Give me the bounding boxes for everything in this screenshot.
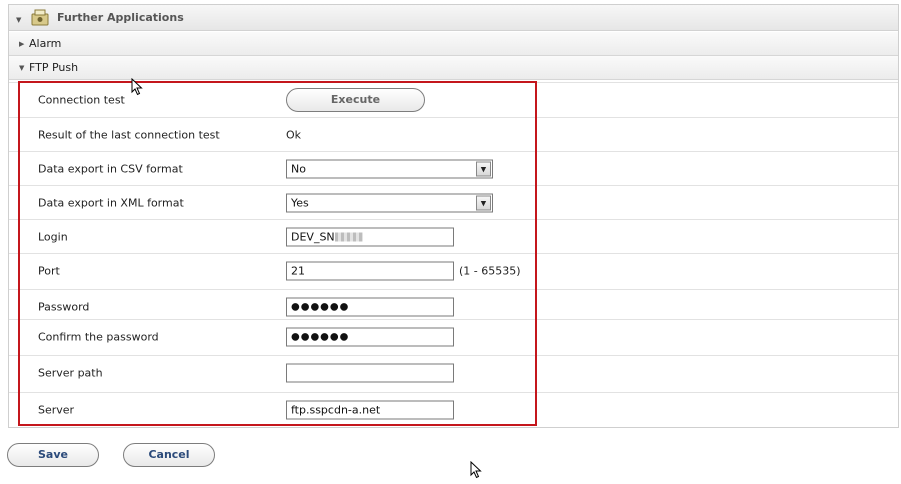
- port-value: 21: [291, 264, 305, 277]
- last-result-row: Result of the last connection test Ok: [9, 117, 898, 151]
- confirm-password-value: ●●●●●●: [291, 331, 350, 342]
- collapse-triangle-icon[interactable]: ▼: [19, 64, 24, 72]
- collapse-triangle-icon[interactable]: ▼: [16, 16, 21, 24]
- password-value: ●●●●●●: [291, 301, 350, 312]
- password-label: Password: [38, 300, 90, 313]
- further-applications-header[interactable]: ▼ Further Applications: [9, 5, 898, 31]
- csv-export-value: No: [291, 162, 306, 175]
- redacted-blur: [334, 232, 363, 242]
- dropdown-arrow-icon[interactable]: ▼: [476, 161, 491, 176]
- ftp-push-section-label: FTP Push: [29, 61, 79, 74]
- port-range-hint: (1 - 65535): [459, 264, 521, 277]
- connection-test-label: Connection test: [38, 93, 125, 106]
- login-input[interactable]: DEV_SN: [286, 227, 454, 246]
- confirm-password-label: Confirm the password: [38, 330, 159, 343]
- section-title: Further Applications: [57, 11, 184, 24]
- csv-export-label: Data export in CSV format: [38, 162, 183, 175]
- server-label: Server: [38, 403, 75, 416]
- expand-triangle-icon[interactable]: ▶: [19, 40, 24, 48]
- mouse-cursor-icon: [131, 78, 143, 96]
- port-row: Port 21 (1 - 65535): [9, 253, 898, 287]
- execute-button[interactable]: Execute: [286, 87, 425, 112]
- server-value: ftp.sspcdn-a.net: [291, 403, 381, 416]
- alarm-section-label: Alarm: [29, 37, 62, 50]
- password-row: Password ●●●●●●: [9, 289, 898, 323]
- ftp-push-section-header[interactable]: ▼ FTP Push: [9, 56, 898, 80]
- server-path-input[interactable]: [286, 363, 454, 382]
- confirm-password-row: Confirm the password ●●●●●●: [9, 319, 898, 353]
- csv-export-row: Data export in CSV format No ▼: [9, 151, 898, 185]
- server-row: Server ftp.sspcdn-a.net: [9, 392, 898, 426]
- dropdown-arrow-icon[interactable]: ▼: [476, 195, 491, 210]
- alarm-section-header[interactable]: ▶ Alarm: [9, 32, 898, 56]
- password-input[interactable]: ●●●●●●: [286, 297, 454, 316]
- mouse-cursor-icon: [470, 461, 482, 479]
- server-input[interactable]: ftp.sspcdn-a.net: [286, 400, 454, 419]
- confirm-password-input[interactable]: ●●●●●●: [286, 327, 454, 346]
- further-applications-panel: ▼ Further Applications ▶ Alarm ▼ FTP Pus…: [8, 4, 899, 428]
- port-label: Port: [38, 264, 60, 277]
- login-row: Login DEV_SN: [9, 219, 898, 253]
- port-input[interactable]: 21: [286, 261, 454, 280]
- xml-export-select[interactable]: Yes ▼: [286, 193, 493, 212]
- server-path-label: Server path: [38, 366, 103, 379]
- xml-export-value: Yes: [291, 196, 309, 209]
- xml-export-label: Data export in XML format: [38, 196, 184, 209]
- last-result-label: Result of the last connection test: [38, 128, 220, 141]
- xml-export-row: Data export in XML format Yes ▼: [9, 185, 898, 219]
- last-result-value: Ok: [286, 128, 302, 141]
- csv-export-select[interactable]: No ▼: [286, 159, 493, 178]
- save-button[interactable]: Save: [7, 443, 99, 467]
- server-path-row: Server path: [9, 355, 898, 389]
- cancel-button[interactable]: Cancel: [123, 443, 215, 467]
- login-value: DEV_SN: [291, 230, 335, 243]
- login-label: Login: [38, 230, 68, 243]
- applications-icon: [31, 9, 49, 26]
